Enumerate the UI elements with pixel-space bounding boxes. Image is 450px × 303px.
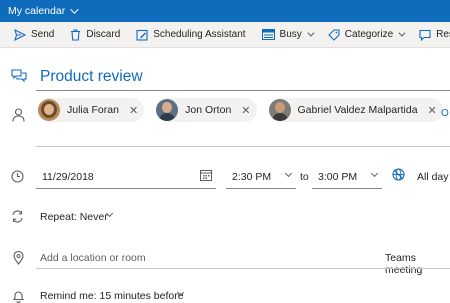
remove-attendee-icon[interactable]: ✕ xyxy=(428,104,437,117)
to-label: to xyxy=(300,171,309,183)
start-date-underline xyxy=(36,188,216,189)
discard-label: Discard xyxy=(86,29,121,40)
end-time-dropdown[interactable]: 3:00 PM xyxy=(318,171,357,183)
chevron-down-icon xyxy=(370,169,379,178)
calendar-name: My calendar xyxy=(8,5,66,17)
scheduling-assistant-button[interactable]: Scheduling Assistant xyxy=(136,29,246,41)
attendee-name: Julia Foran xyxy=(67,104,119,116)
show-as-busy-dropdown[interactable]: Busy xyxy=(261,29,315,40)
chevron-down-icon xyxy=(307,29,315,37)
chevron-down-icon xyxy=(70,5,79,14)
scheduling-assistant-icon xyxy=(136,29,148,41)
chevron-down-icon xyxy=(284,169,293,178)
avatar xyxy=(268,99,291,121)
person-icon xyxy=(12,108,25,122)
command-toolbar: Send Discard Scheduling Assistant Busy C… xyxy=(0,22,450,48)
response-options-button[interactable]: Response o xyxy=(419,29,450,41)
bell-icon xyxy=(12,291,25,303)
attendee-chip[interactable]: Gabriel Valdez Malpartida ✕ xyxy=(268,98,443,122)
location-underline xyxy=(36,268,450,269)
categorize-dropdown[interactable]: Categorize xyxy=(328,28,406,41)
repeat-icon xyxy=(12,210,23,223)
attendee-name: Jon Orton xyxy=(185,104,232,116)
avatar xyxy=(38,99,60,121)
busy-label: Busy xyxy=(279,29,302,40)
repeat-dropdown[interactable]: Repeat: Never xyxy=(40,211,108,223)
reminder-dropdown[interactable]: Remind me: 15 minutes before xyxy=(40,290,184,302)
start-time-dropdown[interactable]: 2:30 PM xyxy=(232,171,271,183)
start-date-input[interactable]: 11/29/2018 xyxy=(42,171,94,183)
response-options-icon xyxy=(419,29,431,41)
conversation-icon xyxy=(11,69,27,83)
clock-icon xyxy=(11,170,24,183)
trash-icon xyxy=(71,28,81,41)
event-title-input[interactable]: Product review xyxy=(40,68,143,86)
remove-attendee-icon[interactable]: ✕ xyxy=(241,104,250,117)
avatar xyxy=(156,99,179,121)
attendees-underline xyxy=(36,146,450,147)
optional-attendees-link[interactable]: O xyxy=(441,108,449,119)
attendee-chip[interactable]: Julia Foran ✕ xyxy=(38,98,145,122)
calendar-icon[interactable] xyxy=(200,169,212,181)
teams-meeting-toggle-label[interactable]: Teams meeting xyxy=(385,252,450,276)
start-time-underline xyxy=(226,188,296,189)
all-day-toggle-label[interactable]: All day xyxy=(417,171,449,183)
location-pin-icon xyxy=(13,251,24,265)
send-icon xyxy=(14,28,26,41)
attendee-name: Gabriel Valdez Malpartida xyxy=(297,104,418,116)
scheduling-assistant-label: Scheduling Assistant xyxy=(153,29,246,40)
remove-attendee-icon[interactable]: ✕ xyxy=(129,104,138,117)
send-button[interactable]: Send xyxy=(14,28,55,41)
end-time-underline xyxy=(312,188,382,189)
attendee-chip[interactable]: Jon Orton ✕ xyxy=(156,98,257,122)
categorize-label: Categorize xyxy=(344,29,394,40)
send-label: Send xyxy=(31,29,55,40)
chevron-down-icon xyxy=(398,29,406,37)
busy-status-icon xyxy=(261,29,275,40)
time-zone-globe-icon[interactable] xyxy=(392,168,405,181)
discard-button[interactable]: Discard xyxy=(70,28,121,41)
tag-icon xyxy=(328,28,340,41)
calendar-title-bar[interactable]: My calendar xyxy=(0,0,450,22)
location-input[interactable]: Add a location or room xyxy=(40,252,146,264)
response-options-label: Response o xyxy=(436,29,450,40)
title-underline xyxy=(36,90,450,91)
attendee-list: Julia Foran ✕ Jon Orton ✕ Gabriel Valdez… xyxy=(38,98,450,122)
